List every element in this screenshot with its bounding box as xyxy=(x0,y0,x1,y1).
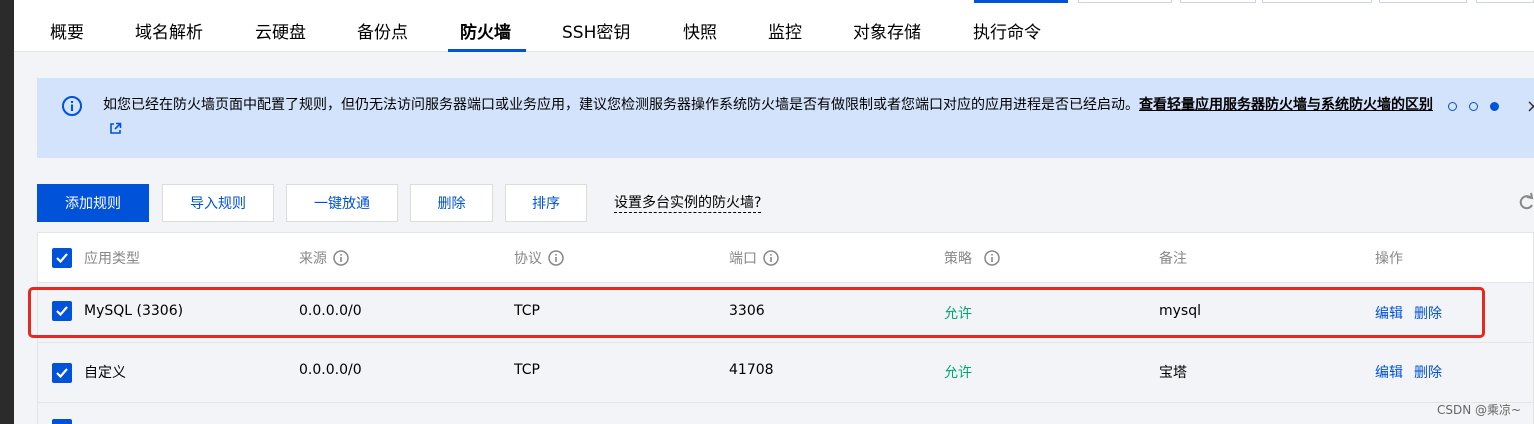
tab-backup[interactable]: 备份点 xyxy=(357,18,408,43)
check-icon xyxy=(56,306,68,317)
info-banner: 如您已经在防火墙页面中配置了规则，但仍无法访问服务器端口或业务应用，建议您检测服… xyxy=(37,78,1534,158)
protocol-help-icon[interactable] xyxy=(548,250,564,266)
delete-rule-link[interactable]: 删除 xyxy=(1414,303,1442,323)
header-policy: 策略 xyxy=(944,248,1000,268)
delete-rule-link[interactable]: 删除 xyxy=(1414,362,1442,382)
refresh-icon[interactable] xyxy=(1518,192,1534,212)
cell-remark: mysql xyxy=(1159,303,1201,319)
tab-monitor[interactable]: 监控 xyxy=(768,18,802,43)
table-row xyxy=(38,403,1533,424)
source-help-icon[interactable] xyxy=(333,250,349,266)
cell-remark: 宝塔 xyxy=(1159,365,1187,381)
header-port: 端口 xyxy=(729,248,779,268)
left-dark-bar xyxy=(0,0,14,424)
banner-dot-1[interactable] xyxy=(1448,102,1457,111)
cell-source: 0.0.0.0/0 xyxy=(299,303,362,319)
external-link-icon[interactable] xyxy=(109,122,122,135)
table-row: 自定义 0.0.0.0/0 TCP 41708 允许 宝塔 编辑 删除 xyxy=(38,343,1533,403)
import-rules-button[interactable]: 导入规则 xyxy=(162,184,274,222)
table-header: 应用类型 来源 协议 端口 策略 备注 操作 xyxy=(38,233,1533,283)
edit-rule-link[interactable]: 编辑 xyxy=(1375,303,1403,323)
cell-policy: 允许 xyxy=(944,365,972,381)
firewall-rules-table: 应用类型 来源 协议 端口 策略 备注 操作 MySQL (3306) 0.0.… xyxy=(37,232,1534,424)
banner-text: 如您已经在防火墙页面中配置了规则，但仍无法访问服务器端口或业务应用，建议您检测服… xyxy=(103,97,1139,113)
table-row: MySQL (3306) 0.0.0.0/0 TCP 3306 允许 mysql… xyxy=(38,283,1533,343)
delete-button[interactable]: 删除 xyxy=(410,184,493,222)
firewall-difference-link[interactable]: 查看轻量应用服务器防火墙与系统防火墙的区别 xyxy=(1139,97,1433,113)
check-icon xyxy=(56,253,68,264)
banner-message: 如您已经在防火墙页面中配置了规则，但仍无法访问服务器端口或业务应用，建议您检测服… xyxy=(103,93,1433,141)
banner-dot-2[interactable] xyxy=(1469,102,1478,111)
multi-instance-firewall-link[interactable]: 设置多台实例的防火墙? xyxy=(614,194,762,213)
one-click-open-button[interactable]: 一键放通 xyxy=(286,184,398,222)
tab-object-storage[interactable]: 对象存储 xyxy=(853,18,921,43)
banner-close-icon[interactable]: × xyxy=(1526,96,1534,117)
header-source: 来源 xyxy=(299,248,349,268)
instance-tabs: 概要 域名解析 云硬盘 备份点 防火墙 SSH密钥 快照 监控 对象存储 执行命… xyxy=(14,0,1534,52)
firewall-page: 概要 域名解析 云硬盘 备份点 防火墙 SSH密钥 快照 监控 对象存储 执行命… xyxy=(14,0,1534,424)
select-all-checkbox[interactable] xyxy=(52,248,72,268)
tab-cloud-disk[interactable]: 云硬盘 xyxy=(255,18,306,43)
cell-source: 0.0.0.0/0 xyxy=(299,362,362,378)
cell-protocol: TCP xyxy=(514,303,540,319)
cell-policy: 允许 xyxy=(944,306,972,322)
header-protocol: 协议 xyxy=(514,248,564,268)
tab-overview[interactable]: 概要 xyxy=(50,18,84,43)
sort-button[interactable]: 排序 xyxy=(505,184,587,222)
tab-ssh-key[interactable]: SSH密钥 xyxy=(562,18,630,43)
tab-firewall[interactable]: 防火墙 xyxy=(460,18,511,43)
cell-app-type: MySQL (3306) xyxy=(84,303,184,319)
tab-run-command[interactable]: 执行命令 xyxy=(973,18,1041,43)
active-tab-indicator xyxy=(448,49,526,52)
header-app-type: 应用类型 xyxy=(84,251,140,267)
port-help-icon[interactable] xyxy=(763,250,779,266)
header-actions: 操作 xyxy=(1375,251,1403,267)
watermark: CSDN @乘凉~ xyxy=(1437,403,1522,417)
header-remark: 备注 xyxy=(1159,251,1187,267)
add-rule-button[interactable]: 添加规则 xyxy=(37,184,149,222)
tab-snapshot[interactable]: 快照 xyxy=(683,18,717,43)
cell-app-type: 自定义 xyxy=(84,365,126,381)
cell-protocol: TCP xyxy=(514,362,540,378)
tab-dns[interactable]: 域名解析 xyxy=(135,18,203,43)
cell-port: 41708 xyxy=(729,362,774,378)
row-checkbox[interactable] xyxy=(52,301,72,321)
row-checkbox[interactable] xyxy=(52,419,72,424)
cell-port: 3306 xyxy=(729,303,765,319)
info-icon xyxy=(62,96,82,116)
row-checkbox[interactable] xyxy=(52,363,72,383)
check-icon xyxy=(56,368,68,379)
banner-dot-3[interactable] xyxy=(1490,102,1499,111)
edit-rule-link[interactable]: 编辑 xyxy=(1375,362,1403,382)
policy-help-icon[interactable] xyxy=(984,250,1000,266)
